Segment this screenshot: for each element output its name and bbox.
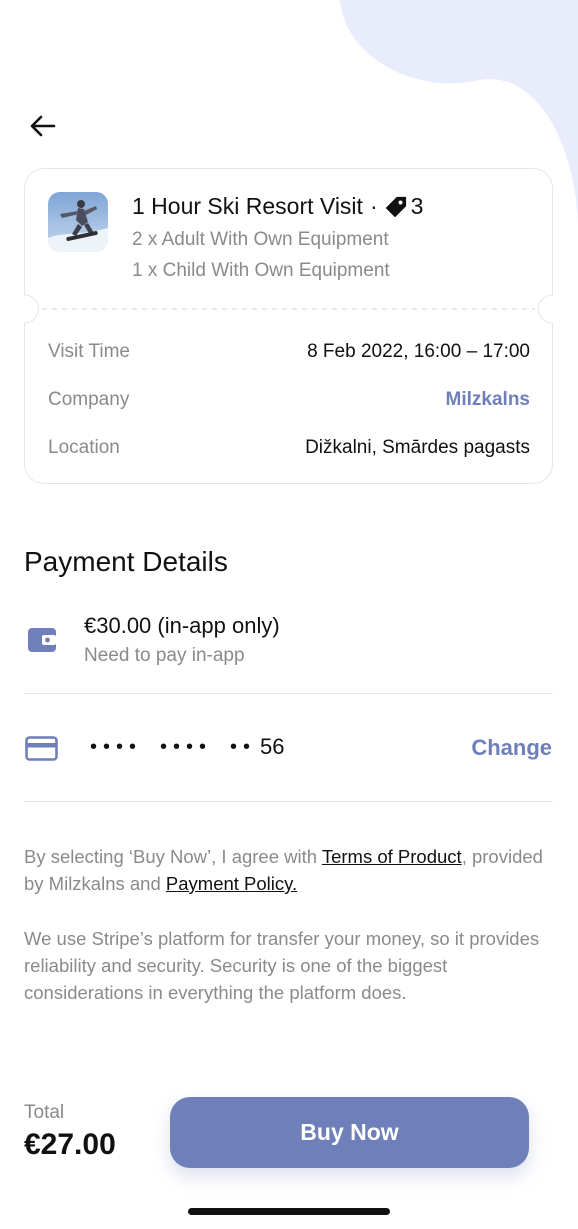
card-last-digits: 56 — [260, 734, 285, 759]
checkout-screen: 1 Hour Ski Resort Visit · 3 2 x Adult Wi… — [0, 0, 578, 1229]
ticket-line-adult: 2 x Adult With Own Equipment — [132, 229, 389, 250]
visit-time-label: Visit Time — [48, 341, 131, 362]
company-label: Company — [48, 389, 130, 410]
home-indicator — [188, 1208, 390, 1215]
legal-agreement-text: By selecting ‘Buy Now’, I agree with Ter… — [24, 846, 543, 894]
location-value: Dižkalni, Smārdes pagasts — [305, 437, 530, 458]
card-mask-group-2: •••• — [160, 735, 213, 758]
buy-now-button[interactable]: Buy Now — [170, 1097, 529, 1168]
location-label: Location — [48, 437, 120, 458]
detail-row-company: Company Milzkalns — [48, 386, 530, 414]
wallet-icon — [28, 628, 56, 652]
detail-row-visit-time: Visit Time 8 Feb 2022, 16:00 – 17:00 — [48, 338, 530, 366]
ski-resort-thumbnail — [48, 192, 108, 252]
payment-details-title: Payment Details — [24, 546, 228, 577]
company-link[interactable]: Milzkalns — [446, 389, 530, 411]
ticket-card: 1 Hour Ski Resort Visit · 3 2 x Adult Wi… — [24, 168, 553, 484]
back-button[interactable] — [24, 108, 60, 144]
stripe-info-text: We use Stripe’s platform for transfer yo… — [24, 928, 540, 1003]
ticket-line-child: 1 x Child With Own Equipment — [132, 260, 390, 281]
change-card-link[interactable]: Change — [471, 735, 552, 761]
title-separator: · — [369, 193, 378, 219]
divider — [24, 693, 553, 694]
total-label: Total — [24, 1102, 65, 1123]
detail-row-location: Location Dižkalni, Smārdes pagasts — [48, 434, 530, 462]
visit-time-value: 8 Feb 2022, 16:00 – 17:00 — [307, 341, 530, 362]
total-value: €27.00 — [24, 1128, 116, 1161]
card-number: •••• •••• •• 56 — [90, 734, 285, 760]
arrow-left-icon — [30, 115, 56, 137]
ticket-title: 1 Hour Ski Resort Visit — [132, 193, 363, 219]
ticket-tag-icon — [385, 196, 407, 218]
ticket-title-row: 1 Hour Ski Resort Visit · 3 — [132, 193, 423, 220]
payment-amount: €30.00 (in-app only) — [84, 613, 280, 638]
payment-policy-link[interactable]: Payment Policy. — [166, 873, 297, 894]
card-mask-group-3: •• — [230, 735, 257, 758]
card-mask-group-1: •••• — [90, 735, 143, 758]
divider — [24, 801, 553, 802]
credit-card-icon — [25, 736, 58, 761]
terms-of-product-link[interactable]: Terms of Product — [322, 846, 462, 867]
payment-amount-note: Need to pay in-app — [84, 645, 245, 666]
ticket-count: 3 — [410, 193, 424, 219]
